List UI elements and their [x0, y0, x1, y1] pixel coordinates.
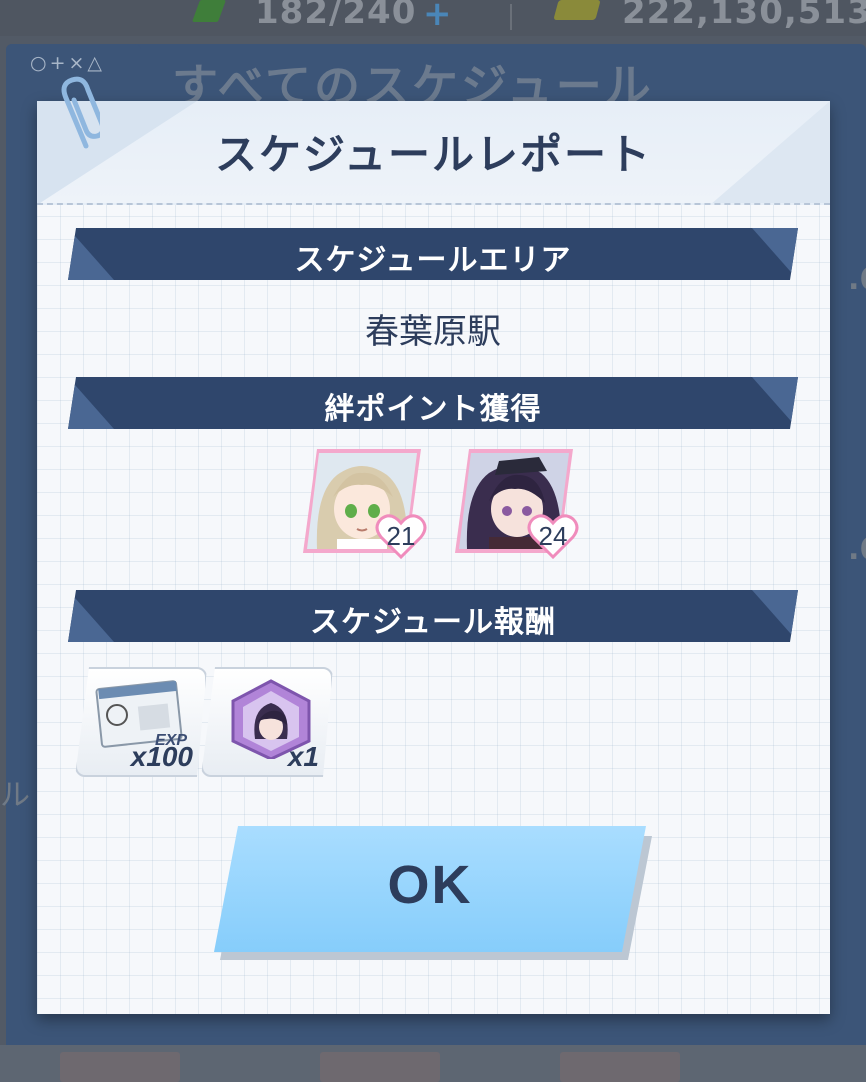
credit-icon: [553, 0, 601, 20]
ap-bolt-icon: [191, 0, 227, 22]
dialog-title: スケジュールレポート: [214, 130, 653, 179]
dialog-header: スケジュールレポート: [37, 101, 830, 205]
section-label-bond: 絆ポイント獲得: [324, 392, 542, 427]
bar-divider: [510, 4, 512, 30]
bottom-card: [60, 1052, 180, 1082]
bottom-card: [560, 1052, 680, 1082]
section-label-area: スケジュールエリア: [294, 243, 572, 278]
section-bar-bond: 絆ポイント獲得: [68, 377, 798, 429]
bond-character-card[interactable]: 24: [451, 447, 579, 559]
edge-number: .6: [848, 532, 866, 567]
credit-counter: 222,130,513: [622, 0, 866, 32]
section-bar-rewards: スケジュール報酬: [68, 590, 798, 642]
ap-counter: 182/240: [255, 0, 417, 32]
bottom-card: [320, 1052, 440, 1082]
ok-button-label: OK: [387, 855, 473, 915]
paperclip-icon: [61, 76, 100, 149]
section-bar-area: スケジュールエリア: [68, 228, 798, 280]
bond-points-value: 21: [386, 521, 416, 551]
reward-item-location-pass[interactable]: EXP x100: [75, 667, 207, 777]
section-label-rewards: スケジュール報酬: [310, 605, 556, 640]
reward-item-eleph[interactable]: x1: [201, 667, 333, 777]
edge-letter: ル: [0, 778, 30, 813]
bond-points-value: 24: [538, 521, 568, 551]
edge-number: .6: [848, 262, 866, 297]
reward-quantity: x1: [287, 741, 319, 772]
ok-button[interactable]: OK: [214, 826, 646, 952]
ap-add-button[interactable]: +: [423, 0, 452, 34]
reward-quantity: x100: [130, 741, 193, 772]
bond-character-card[interactable]: 21: [299, 447, 427, 559]
area-name: 春葉原駅: [365, 312, 501, 352]
panel-tab-symbols: ○+×△: [30, 52, 106, 74]
top-resource-bar: 182/240 + 222,130,513: [0, 0, 866, 36]
